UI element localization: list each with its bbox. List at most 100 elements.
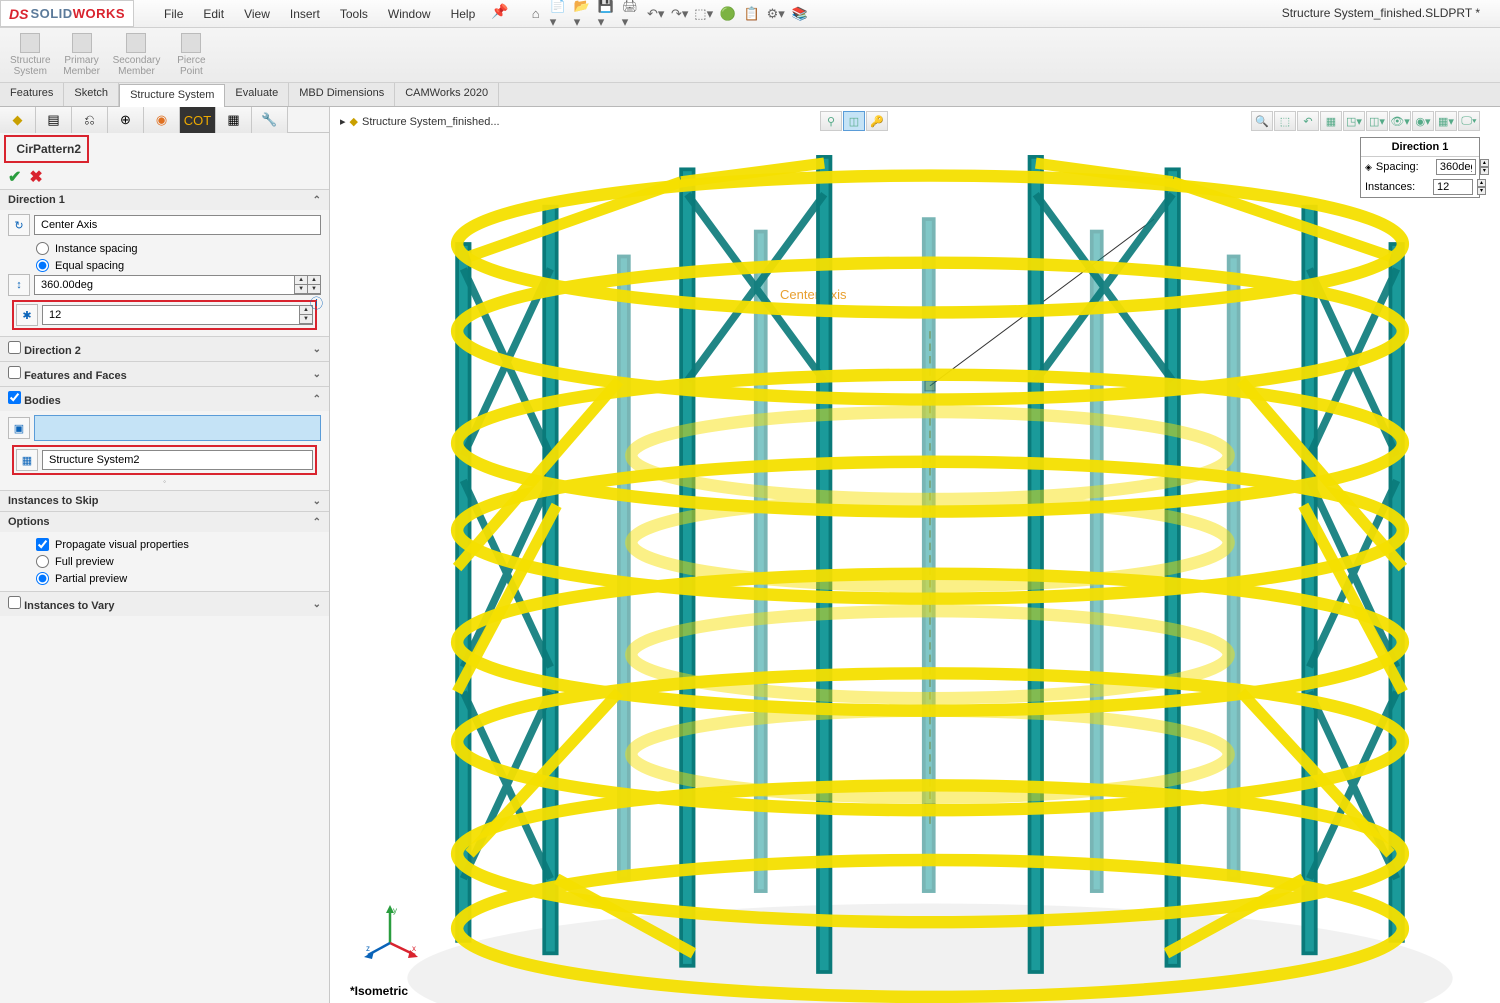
help-icon[interactable]: ⓘ (310, 293, 323, 312)
expand-icon[interactable]: ▸ (340, 115, 346, 128)
settings-icon[interactable]: ⚙▾ (765, 3, 787, 25)
chevron-down-icon: ⌄ (313, 599, 321, 610)
tab-evaluate[interactable]: Evaluate (225, 83, 289, 106)
key-icon[interactable]: 🔑 (866, 111, 888, 131)
zoom-area-icon[interactable]: ⬚ (1274, 111, 1296, 131)
tab-camworks[interactable]: CAMWorks 2020 (395, 83, 499, 106)
hide-show-icon[interactable]: 👁▾ (1389, 111, 1411, 131)
tab-mbd[interactable]: MBD Dimensions (289, 83, 395, 106)
svg-text:y: y (393, 906, 397, 915)
library-icon[interactable]: 📚 (789, 3, 811, 25)
group-bodies-header[interactable]: Bodies⌃ (0, 387, 329, 411)
group-direction2-header[interactable]: Direction 2⌄ (0, 337, 329, 361)
svg-text:z: z (366, 944, 370, 953)
axis-icon[interactable]: ↻ (8, 214, 30, 236)
display-manager-icon[interactable]: ◉ (144, 107, 180, 133)
ok-button[interactable]: ✔ (8, 167, 21, 187)
count-icon[interactable]: ✱ (16, 304, 38, 326)
group-features-faces-header[interactable]: Features and Faces⌄ (0, 362, 329, 386)
select-icon[interactable]: ⬚▾ (693, 3, 715, 25)
angle-icon[interactable]: ↕ (8, 274, 30, 296)
direction2-checkbox[interactable] (8, 341, 21, 354)
feature-tabs: Features Sketch Structure System Evaluat… (0, 83, 1500, 107)
pm-header: CirPattern2 (4, 135, 89, 163)
group-direction2: Direction 2⌄ (0, 336, 329, 361)
menu-insert[interactable]: Insert (280, 3, 330, 25)
angle-input[interactable] (35, 276, 294, 294)
tab-sketch[interactable]: Sketch (64, 83, 119, 106)
redo-icon[interactable]: ↷▾ (669, 3, 691, 25)
group-instances-vary: Instances to Vary⌄ (0, 591, 329, 616)
structure-input[interactable] (42, 450, 313, 470)
radio-partial-preview[interactable]: Partial preview (8, 570, 321, 587)
view-triad[interactable]: y x z (360, 903, 420, 963)
angle-spinner-2[interactable]: ▲▼ (307, 276, 320, 294)
logo-works: WORKS (73, 6, 125, 21)
triad-icon[interactable]: ⚲ (820, 111, 842, 131)
menu-file[interactable]: File (154, 3, 193, 25)
count-input[interactable] (43, 306, 299, 324)
group-instances-skip-header[interactable]: Instances to Skip⌄ (0, 491, 329, 511)
zoom-fit-icon[interactable]: 🔍 (1251, 111, 1273, 131)
feature-tree-icon[interactable]: ◆ (0, 107, 36, 133)
dimxpert-icon[interactable]: ⊕ (108, 107, 144, 133)
group-instances-vary-header[interactable]: Instances to Vary⌄ (0, 592, 329, 616)
primary-member-button[interactable]: Primary Member (57, 28, 107, 82)
panel-tabs: ◆ ▤ ⎌ ⊕ ◉ COT ▦ 🔧 (0, 107, 329, 133)
structure-system-button[interactable]: Structure System (4, 28, 57, 82)
menu-view[interactable]: View (234, 3, 280, 25)
group-options-header[interactable]: Options⌃ (0, 512, 329, 532)
section-icon[interactable]: ▦ (1320, 111, 1342, 131)
radio-full-preview[interactable]: Full preview (8, 553, 321, 570)
home-icon[interactable]: ⌂ (525, 3, 547, 25)
check-propagate[interactable]: Propagate visual properties (8, 536, 321, 553)
menu-window[interactable]: Window (378, 3, 441, 25)
panel-icon-7[interactable]: ▦ (216, 107, 252, 133)
rebuild-icon[interactable]: 🟢 (717, 3, 739, 25)
chevron-down-icon: ⌄ (313, 369, 321, 380)
axis-input[interactable] (34, 215, 321, 235)
property-manager-icon[interactable]: ▤ (36, 107, 72, 133)
panel-icon-8[interactable]: 🔧 (252, 107, 288, 133)
viewport-icon[interactable]: 🖵▾ (1458, 111, 1480, 131)
cam-tree-icon[interactable]: COT (180, 107, 216, 133)
view-orient-icon[interactable]: ◳▾ (1343, 111, 1365, 131)
structure-icon[interactable]: ▦ (16, 449, 38, 471)
secondary-member-icon (126, 33, 146, 53)
radio-equal-spacing[interactable]: Equal spacing (8, 257, 321, 274)
options-icon[interactable]: 📋 (741, 3, 763, 25)
logo-solid: SOLID (30, 6, 72, 21)
new-icon[interactable]: 📄▾ (549, 3, 571, 25)
breadcrumb[interactable]: ▸ ◆ Structure System_finished... (340, 115, 500, 128)
svg-text:x: x (412, 944, 416, 953)
viewport[interactable]: ▸ ◆ Structure System_finished... ⚲ ◫ 🔑 🔍… (330, 107, 1500, 1003)
tab-features[interactable]: Features (0, 83, 64, 106)
secondary-member-button[interactable]: Secondary Member (107, 28, 167, 82)
save-icon[interactable]: 💾▾ (597, 3, 619, 25)
display-style-icon[interactable]: ◫▾ (1366, 111, 1388, 131)
pin-icon[interactable]: 📌 (485, 3, 514, 25)
config-manager-icon[interactable]: ⎌ (72, 107, 108, 133)
breadcrumb-name: Structure System_finished... (362, 116, 500, 128)
angle-spinner[interactable]: ▲▼ (294, 276, 307, 294)
bodies-selection-field[interactable] (34, 415, 321, 441)
features-faces-checkbox[interactable] (8, 366, 21, 379)
appearance-icon[interactable]: ◉▾ (1412, 111, 1434, 131)
menu-tools[interactable]: Tools (330, 3, 378, 25)
pierce-point-button[interactable]: Pierce Point (166, 28, 216, 82)
prev-view-icon[interactable]: ↶ (1297, 111, 1319, 131)
tab-structure-system[interactable]: Structure System (119, 84, 225, 107)
bodies-checkbox[interactable] (8, 391, 21, 404)
cancel-button[interactable]: ✖ (29, 167, 42, 187)
instances-vary-checkbox[interactable] (8, 596, 21, 609)
radio-instance-spacing[interactable]: Instance spacing (8, 240, 321, 257)
menu-help[interactable]: Help (441, 3, 486, 25)
open-icon[interactable]: 📂▾ (573, 3, 595, 25)
view-cube-icon[interactable]: ◫ (843, 111, 865, 131)
print-icon[interactable]: 🖨▾ (621, 3, 643, 25)
bodies-icon[interactable]: ▣ (8, 417, 30, 439)
group-direction1-header[interactable]: Direction 1⌃ (0, 190, 329, 210)
menu-edit[interactable]: Edit (193, 3, 234, 25)
undo-icon[interactable]: ↶▾ (645, 3, 667, 25)
scene-icon[interactable]: ▦▾ (1435, 111, 1457, 131)
